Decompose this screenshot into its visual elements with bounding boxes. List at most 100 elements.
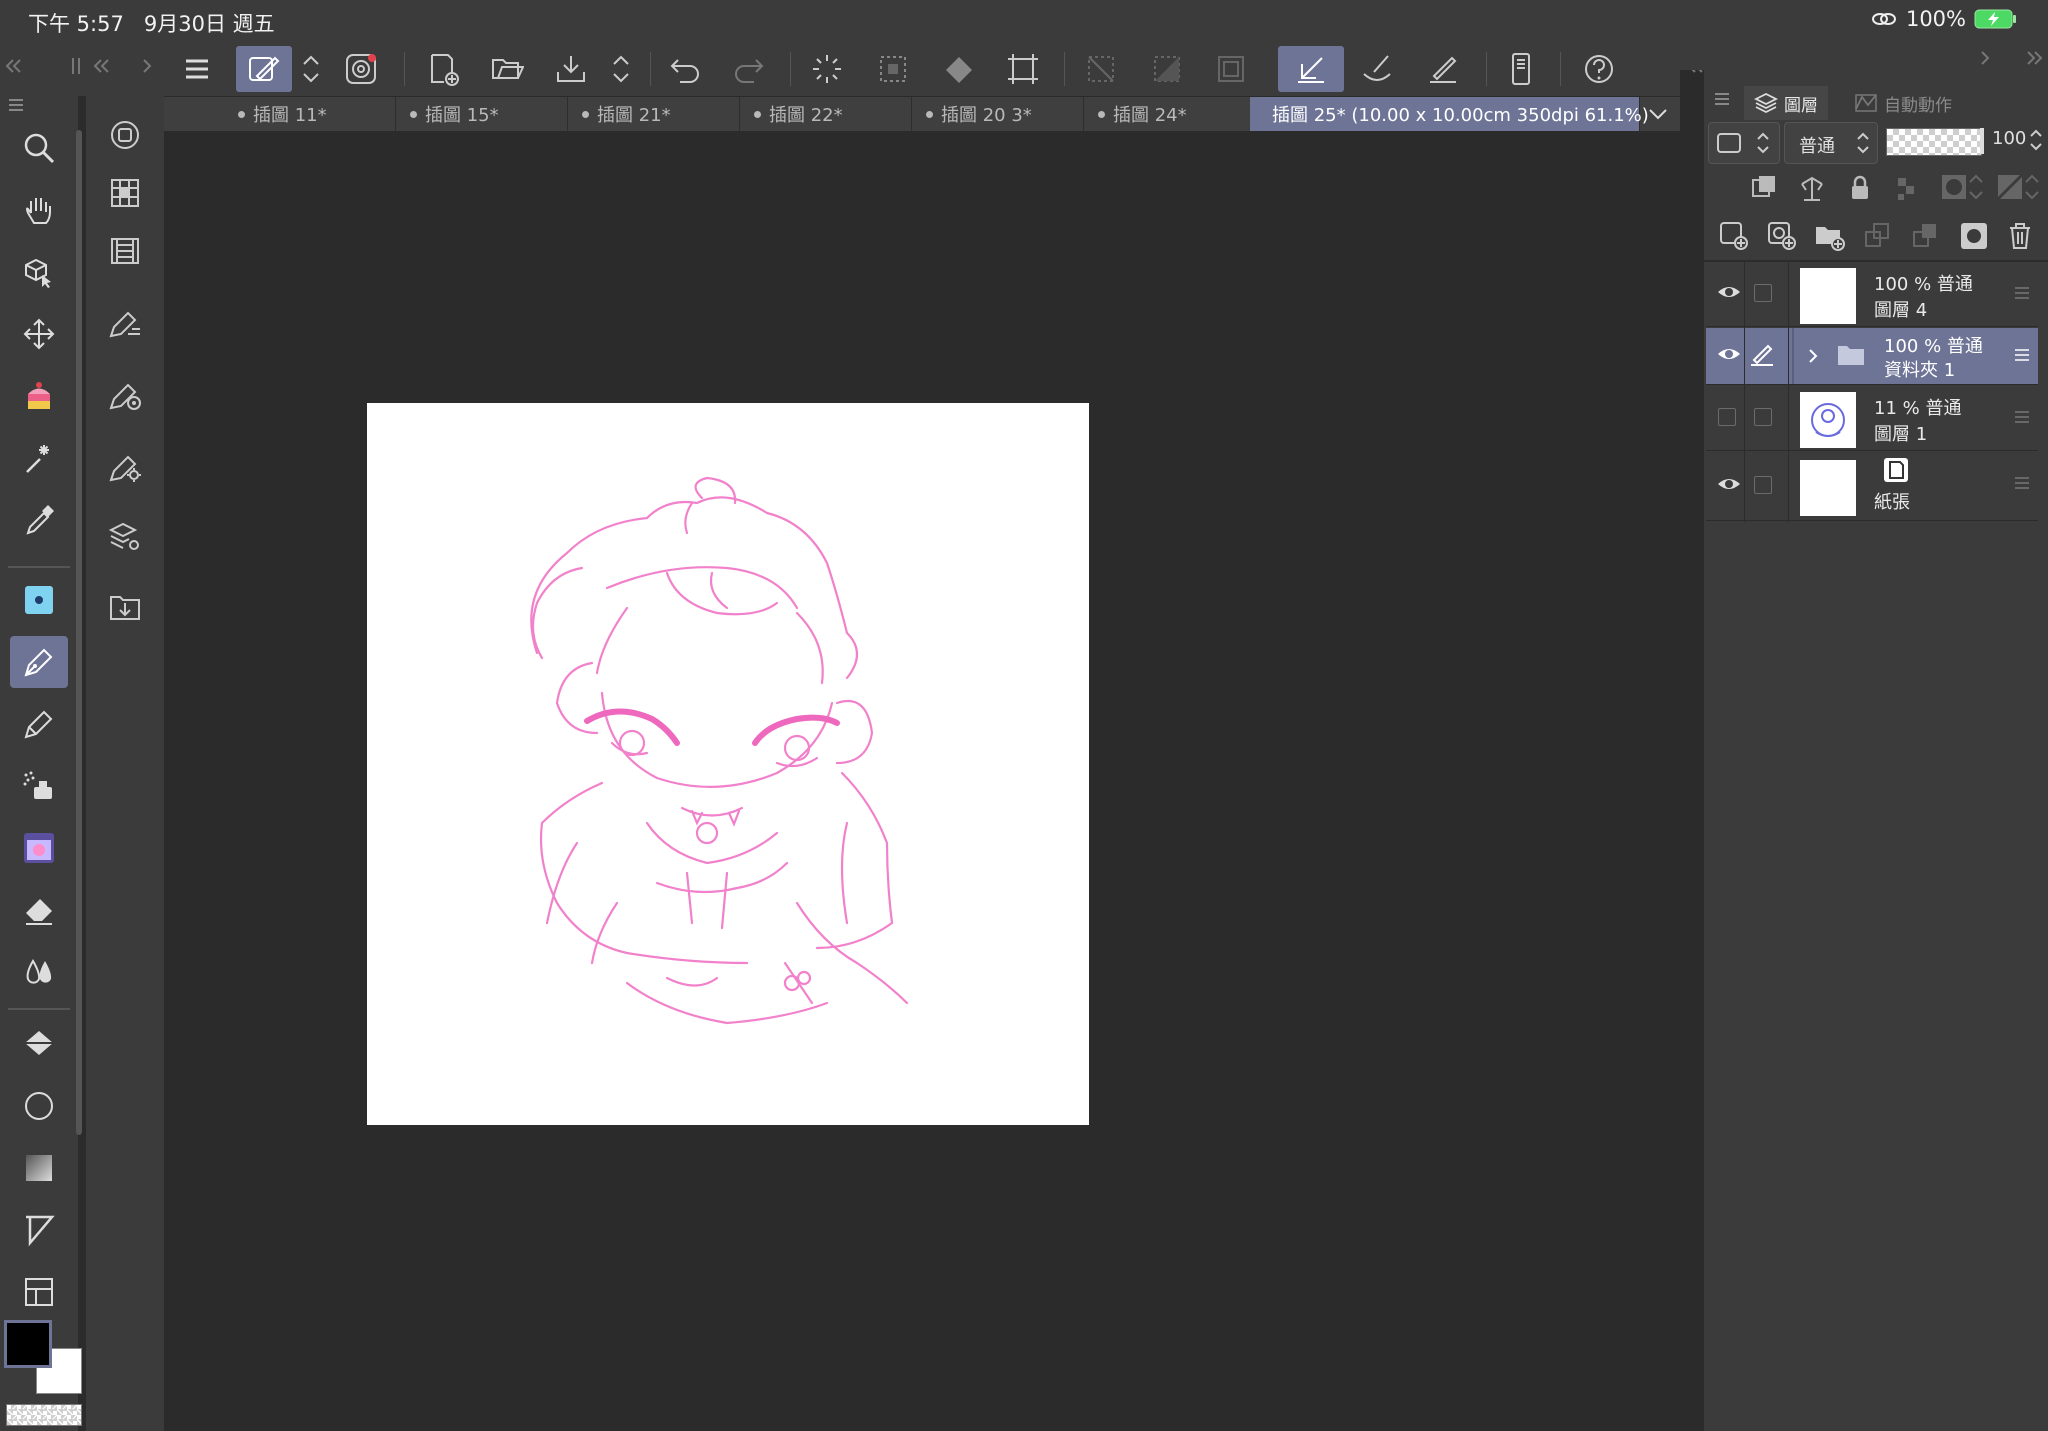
new-canvas-button[interactable] <box>420 46 466 92</box>
lock-transparency-icon[interactable] <box>1894 174 1922 202</box>
layer-checkbox[interactable] <box>1754 284 1772 302</box>
decoration-tool[interactable] <box>10 822 68 874</box>
move-tool[interactable] <box>10 308 68 360</box>
tab-illustration-24[interactable]: 插圖 24* <box>1084 97 1256 131</box>
sub-tool-detail-button[interactable] <box>102 444 148 490</box>
loading-button[interactable] <box>804 46 850 92</box>
color-chip-tool[interactable] <box>10 574 68 626</box>
border-button[interactable] <box>1208 46 1254 92</box>
menu-button[interactable] <box>174 46 220 92</box>
eye-icon[interactable] <box>1716 282 1742 302</box>
save-updown-button[interactable] <box>606 46 636 92</box>
visibility-checkbox[interactable] <box>1718 408 1736 426</box>
panel-tool[interactable] <box>10 1266 68 1318</box>
brush-size-button[interactable] <box>102 372 148 418</box>
deselect-button[interactable] <box>1078 46 1124 92</box>
blend-tool[interactable] <box>10 946 68 998</box>
layer-row-paper[interactable]: 紙張 <box>1706 452 2038 521</box>
tool-scrollbar[interactable] <box>76 130 82 1135</box>
expand-right-icon[interactable] <box>2024 48 2044 68</box>
reference-icon[interactable] <box>1798 174 1826 202</box>
layer-property-button[interactable] <box>102 514 148 560</box>
tab-illustration-20-3[interactable]: 插圖 20 3* <box>912 97 1084 131</box>
eye-icon[interactable] <box>1716 474 1742 494</box>
spiral-button[interactable] <box>338 46 384 92</box>
tab-auto-action[interactable]: 自動動作 <box>1844 86 1962 120</box>
new-vector-layer-icon[interactable] <box>1766 220 1798 252</box>
chevron-down-icon[interactable] <box>1646 104 1670 124</box>
brush-button[interactable] <box>1420 46 1466 92</box>
import-button[interactable] <box>102 584 148 630</box>
drag-handle-icon[interactable] <box>2014 286 2030 300</box>
canvas-button[interactable] <box>102 112 148 158</box>
opacity-slider[interactable] <box>1886 128 1982 156</box>
blend-mode-select[interactable]: 普通 <box>1784 122 1878 164</box>
eyedropper-tool[interactable] <box>10 494 68 546</box>
drawing-canvas[interactable] <box>367 403 1089 1125</box>
layer-checkbox[interactable] <box>1754 408 1772 426</box>
panel-menu-icon[interactable] <box>1714 92 1730 106</box>
ruler-range-icon[interactable] <box>1996 172 2040 202</box>
tab-illustration-15[interactable]: 插圖 15* <box>396 97 568 131</box>
tool-property-button[interactable] <box>236 46 292 92</box>
layer-checkbox[interactable] <box>1754 476 1772 494</box>
expand-right-icon[interactable] <box>140 56 154 76</box>
help-button[interactable] <box>1576 46 1622 92</box>
lock-icon[interactable] <box>1846 174 1874 202</box>
tab-illustration-25[interactable]: 插圖 25* (10.00 x 10.00cm 350dpi 61.1%) <box>1250 97 1649 131</box>
eraser-tool[interactable] <box>10 884 68 936</box>
gradient-tool[interactable] <box>10 1142 68 1194</box>
frame-tool[interactable] <box>10 1204 68 1256</box>
pen-tool[interactable] <box>10 636 68 688</box>
material-button[interactable] <box>102 170 148 216</box>
drag-handle-icon[interactable] <box>2014 348 2030 362</box>
layer-row-layer-1[interactable]: 11 % 普通 圖層 1 <box>1706 386 2038 451</box>
transform-button[interactable] <box>1000 46 1046 92</box>
pencil-tool[interactable] <box>10 698 68 750</box>
save-button[interactable] <box>548 46 594 92</box>
hand-tool[interactable] <box>10 184 68 236</box>
transparent-color-swatch[interactable] <box>6 1404 82 1426</box>
selection-button[interactable] <box>870 46 916 92</box>
clip-toggle[interactable] <box>1708 122 1780 164</box>
tab-illustration-11[interactable]: 插圖 11* <box>224 97 396 131</box>
smartphone-button[interactable] <box>1498 46 1544 92</box>
expand-right-icon[interactable] <box>1978 48 1992 68</box>
updown-icon[interactable] <box>2028 124 2044 156</box>
undo-button[interactable] <box>662 46 708 92</box>
tab-illustration-21[interactable]: 插圖 21* <box>568 97 740 131</box>
fill-bucket-tool[interactable] <box>10 1018 68 1070</box>
fill-button[interactable] <box>936 46 982 92</box>
tab-layers[interactable]: 圖層 <box>1744 86 1828 120</box>
drag-handle-icon[interactable] <box>2014 476 2030 490</box>
zoom-tool[interactable] <box>10 122 68 174</box>
cake-tool[interactable] <box>10 370 68 422</box>
eye-icon[interactable] <box>1716 344 1742 364</box>
open-button[interactable] <box>484 46 530 92</box>
ruler-button[interactable] <box>1354 46 1400 92</box>
layer-row-folder-1[interactable]: 100 % 普通 資料夾 1 <box>1706 328 2038 385</box>
timeline-button[interactable] <box>102 228 148 274</box>
edit-target-icon[interactable] <box>1748 340 1776 368</box>
main-color-swatch[interactable] <box>4 1320 52 1368</box>
collapse-left-icon[interactable] <box>4 56 24 76</box>
ellipse-tool[interactable] <box>10 1080 68 1132</box>
merge-down-icon[interactable] <box>1910 220 1942 252</box>
drag-handle-icon[interactable] <box>2014 410 2030 424</box>
clip-icon[interactable] <box>1750 174 1778 202</box>
snap-button[interactable] <box>1278 46 1344 92</box>
opacity-slider-handle[interactable] <box>1980 128 1984 154</box>
mask-enable-icon[interactable] <box>1940 172 1984 202</box>
trash-icon[interactable] <box>2004 220 2036 252</box>
transfer-down-icon[interactable] <box>1862 220 1894 252</box>
tool-property-sub-button[interactable] <box>102 300 148 346</box>
new-folder-icon[interactable] <box>1814 220 1846 252</box>
grip-icon[interactable] <box>70 56 82 76</box>
layer-mask-icon[interactable] <box>1958 220 1990 252</box>
redo-button[interactable] <box>726 46 772 92</box>
auto-select-tool[interactable] <box>10 432 68 484</box>
airbrush-tool[interactable] <box>10 760 68 812</box>
invert-selection-button[interactable] <box>1144 46 1190 92</box>
palette-menu-icon[interactable] <box>8 98 24 112</box>
layer-row-layer-4[interactable]: 100 % 普通 圖層 4 <box>1706 262 2038 327</box>
